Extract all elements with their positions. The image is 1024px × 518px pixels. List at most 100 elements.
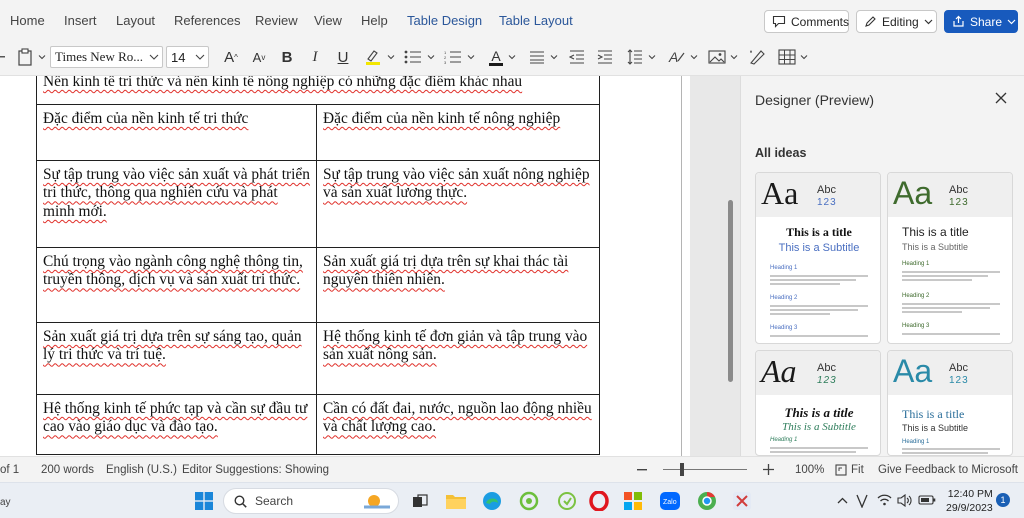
tab-table-layout[interactable]: Table Layout xyxy=(499,13,573,28)
table-icon[interactable] xyxy=(776,46,798,68)
document-area[interactable]: Nền kinh tế tri thức và nền kinh tế nông… xyxy=(0,76,740,456)
chevron-down-icon[interactable] xyxy=(550,53,558,61)
line-spacing-icon[interactable] xyxy=(624,46,646,68)
tab-references[interactable]: References xyxy=(174,13,240,28)
zoom-slider-track[interactable] xyxy=(663,469,747,470)
chevron-down-icon[interactable] xyxy=(467,53,475,61)
zoom-slider-thumb[interactable] xyxy=(680,463,684,476)
editor-suggestions[interactable]: Editor Suggestions: Showing xyxy=(182,464,329,476)
app-icon[interactable] xyxy=(517,489,541,513)
shrink-font-icon[interactable]: Av xyxy=(248,46,270,68)
font-size-select[interactable]: 14 xyxy=(166,46,209,68)
store-icon[interactable] xyxy=(621,489,645,513)
fit-button[interactable]: Fit xyxy=(851,464,864,476)
editing-mode-button[interactable]: Editing xyxy=(856,10,937,33)
vertical-scrollbar[interactable] xyxy=(728,200,733,382)
chevron-down-icon[interactable] xyxy=(648,53,656,61)
language-indicator[interactable]: English (U.S.) xyxy=(106,464,177,476)
weather-widget-label[interactable]: ay xyxy=(0,497,11,508)
taskbar-search[interactable]: Search xyxy=(223,488,399,514)
table-row[interactable]: Sản xuất giá trị dựa trên sự sáng tạo, q… xyxy=(36,322,600,395)
chevron-down-icon[interactable] xyxy=(38,53,46,61)
chevron-down-icon[interactable] xyxy=(508,53,516,61)
task-view-icon[interactable] xyxy=(408,489,432,513)
share-button[interactable]: Share xyxy=(944,10,1018,33)
volume-icon[interactable] xyxy=(897,494,912,507)
snipping-tool-icon[interactable] xyxy=(730,489,754,513)
tab-table-design[interactable]: Table Design xyxy=(407,13,482,28)
table-cell[interactable]: Hệ thống kinh tế phức tạp và cần sự đầu … xyxy=(36,394,317,455)
chevron-down-icon[interactable] xyxy=(800,53,808,61)
chevron-down-icon[interactable] xyxy=(730,53,738,61)
table-cell[interactable]: Sản xuất giá trị dựa trên sự sáng tạo, q… xyxy=(36,322,317,395)
chrome-icon[interactable] xyxy=(695,489,719,513)
chevron-down-icon[interactable] xyxy=(387,53,395,61)
bold-icon[interactable]: B xyxy=(278,46,296,68)
zalo-icon[interactable]: Zalo xyxy=(658,489,682,513)
table-cell[interactable]: Sản xuất giá trị dựa trên sự khai thác t… xyxy=(316,247,600,323)
styles-icon[interactable]: A xyxy=(666,46,688,68)
picture-icon[interactable] xyxy=(706,46,728,68)
collapsed-group-icon[interactable] xyxy=(0,46,6,68)
table-title-row[interactable]: Nền kinh tế tri thức và nền kinh tế nông… xyxy=(36,76,600,105)
document-page[interactable]: Nền kinh tế tri thức và nền kinh tế nông… xyxy=(0,76,690,456)
table-row[interactable]: Sự tập trung vào việc sản xuất và phát t… xyxy=(36,160,600,248)
paste-icon[interactable] xyxy=(14,46,36,68)
highlight-icon[interactable] xyxy=(362,46,384,68)
table-cell[interactable]: Sự tập trung vào việc sản xuất và phát t… xyxy=(36,160,317,248)
chevron-up-icon[interactable] xyxy=(837,497,848,504)
tab-review[interactable]: Review xyxy=(255,13,298,28)
app-icon[interactable] xyxy=(555,489,579,513)
start-icon[interactable] xyxy=(192,489,216,513)
tab-home[interactable]: Home xyxy=(10,13,45,28)
table-header-cell[interactable]: Đặc điểm của nền kinh tế tri thức xyxy=(36,104,317,161)
page-count[interactable]: of 1 xyxy=(0,464,19,476)
zoom-out-icon[interactable] xyxy=(637,469,647,471)
grow-font-icon[interactable]: A ^ xyxy=(220,46,242,68)
font-color-icon[interactable]: A xyxy=(486,46,506,68)
table-header-row[interactable]: Đặc điểm của nền kinh tế tri thức Đặc đi… xyxy=(36,104,600,161)
tab-insert[interactable]: Insert xyxy=(64,13,97,28)
align-icon[interactable] xyxy=(526,46,548,68)
table-cell[interactable]: Chú trọng vào ngành công nghệ thông tin,… xyxy=(36,247,317,323)
tab-layout[interactable]: Layout xyxy=(116,13,155,28)
wifi-icon[interactable] xyxy=(877,494,892,506)
input-method-icon[interactable] xyxy=(856,494,868,508)
notification-badge[interactable]: 1 xyxy=(996,493,1010,507)
zoom-level[interactable]: 100% xyxy=(795,464,824,476)
table-row[interactable]: Hệ thống kinh tế phức tạp và cần sự đầu … xyxy=(36,394,600,455)
table-title-cell[interactable]: Nền kinh tế tri thức và nền kinh tế nông… xyxy=(36,76,600,105)
comments-button[interactable]: Comments xyxy=(764,10,849,33)
tab-help[interactable]: Help xyxy=(361,13,388,28)
system-clock[interactable]: 12:40 PM 29/9/2023 xyxy=(946,487,993,515)
designer-icon[interactable] xyxy=(746,46,768,68)
font-name-select[interactable]: Times New Ro... xyxy=(50,46,163,68)
design-idea-card[interactable]: Aa Abc 123 This is a title This is a Sub… xyxy=(755,172,881,344)
bullets-icon[interactable] xyxy=(402,46,424,68)
word-count[interactable]: 200 words xyxy=(41,464,94,476)
table-cell[interactable]: Sự tập trung vào việc sản xuất nông nghi… xyxy=(316,160,600,248)
zoom-in-icon[interactable] xyxy=(763,464,774,475)
decrease-indent-icon[interactable] xyxy=(566,46,588,68)
table-cell[interactable]: Cần có đất đai, nước, nguồn lao động nhi… xyxy=(316,394,600,455)
design-idea-card[interactable]: Aa Abc 123 This is a title This is a Sub… xyxy=(887,350,1013,456)
battery-icon[interactable] xyxy=(918,494,936,506)
increase-indent-icon[interactable] xyxy=(594,46,616,68)
opera-icon[interactable] xyxy=(587,489,611,513)
comparison-table[interactable]: Nền kinh tế tri thức và nền kinh tế nông… xyxy=(36,76,600,455)
table-cell[interactable]: Hệ thống kinh tế đơn giản và tập trung v… xyxy=(316,322,600,395)
table-header-cell[interactable]: Đặc điểm của nền kinh tế nông nghiệp xyxy=(316,104,600,161)
underline-icon[interactable]: U xyxy=(334,46,352,68)
design-idea-card[interactable]: Aa Abc 123 This is a title This is a Sub… xyxy=(887,172,1013,344)
close-icon[interactable] xyxy=(995,92,1007,104)
numbering-icon[interactable]: 123 xyxy=(442,46,464,68)
design-idea-card[interactable]: Aa Abc 123 This is a title This is a Sub… xyxy=(755,350,881,456)
chevron-down-icon[interactable] xyxy=(690,53,698,61)
tab-view[interactable]: View xyxy=(314,13,342,28)
italic-icon[interactable]: I xyxy=(306,46,324,68)
chevron-down-icon[interactable] xyxy=(427,53,435,61)
edge-icon[interactable] xyxy=(480,489,504,513)
feedback-link[interactable]: Give Feedback to Microsoft xyxy=(878,464,1018,476)
file-explorer-icon[interactable] xyxy=(444,489,468,513)
table-row[interactable]: Chú trọng vào ngành công nghệ thông tin,… xyxy=(36,247,600,323)
